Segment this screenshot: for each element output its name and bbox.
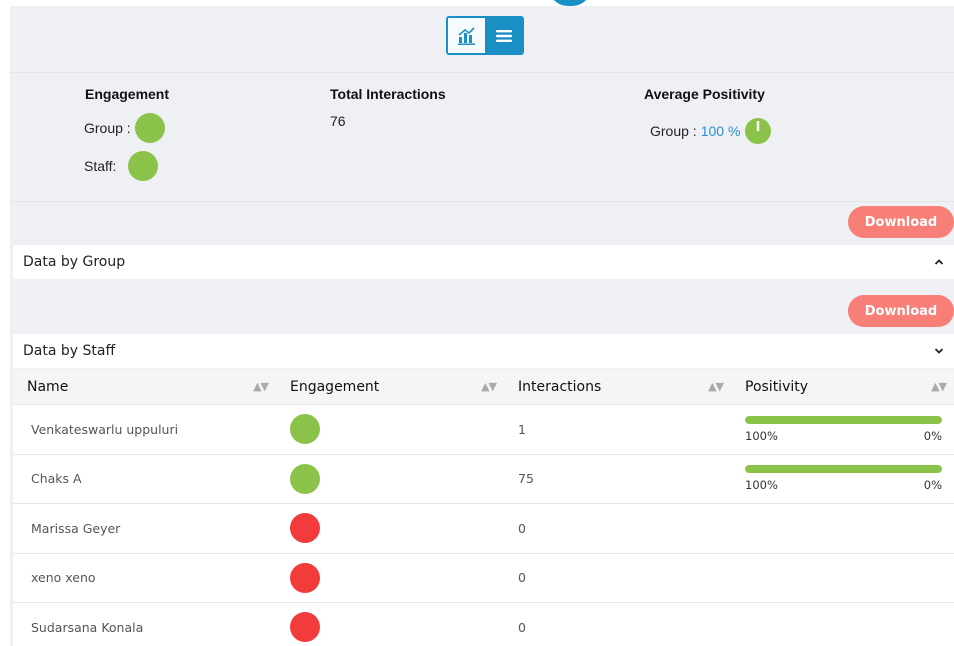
engagement-staff-label: Staff: [84,158,117,174]
positivity-bar-fill [745,415,942,424]
list-view-button[interactable] [485,18,522,53]
sort-icon[interactable]: ▲▼ [253,380,269,393]
group-section-header[interactable]: Data by Group [13,245,954,279]
bar-chart-icon [457,26,475,45]
summary-section: Engagement Group : Staff: Total Interact… [10,72,954,202]
engagement-staff-indicator [128,151,159,181]
positive-percent: 100% [745,478,778,493]
interactions-cell: 0 [518,619,526,635]
engagement-staff-row: Staff: [84,151,159,181]
engagement-group-row: Group : [84,113,165,143]
engagement-indicator [290,612,320,643]
column-header-name[interactable]: Name ▲▼ [13,369,276,405]
column-header-engagement[interactable]: Engagement ▲▼ [276,369,504,405]
view-toggle[interactable] [446,16,524,55]
engagement-indicator [290,414,320,445]
table-header: Name ▲▼ Engagement ▲▼ Interactions ▲▼ Po… [13,369,954,405]
column-header-positivity-label: Positivity [745,378,809,395]
positivity-bar [745,415,942,424]
table-row[interactable]: Marissa Geyer 0 [13,504,954,554]
engagement-cell [276,603,504,646]
average-positivity-value[interactable]: 100 % [701,123,741,139]
column-header-name-label: Name [27,378,69,395]
engagement-cell [276,455,504,504]
staff-name-cell: Marissa Geyer [31,520,121,536]
engagement-indicator [290,562,320,593]
positivity-cell [731,504,954,553]
pie-chart-icon [745,118,772,144]
negative-percent: 0% [923,478,942,493]
positivity-cell [731,554,954,603]
positivity-cell: 100% 0% [731,405,954,454]
total-interactions-label: Total Interactions [330,86,446,102]
engagement-indicator [290,513,320,544]
table-row[interactable]: Sudarsana Konala 0 [13,603,954,646]
positivity-cell: 100% 0% [731,455,954,504]
staff-name-cell: xeno xeno [31,570,96,586]
positivity-bar-fill [745,465,942,474]
interactions-cell: 0 [518,570,526,586]
table-row[interactable]: Chaks A 75 100% 0% [13,455,954,504]
positive-percent: 100% [745,428,778,443]
average-positivity-label: Average Positivity [644,86,765,102]
negative-percent: 0% [923,428,942,443]
column-header-engagement-label: Engagement [290,378,380,395]
engagement-cell [276,405,504,454]
positivity-labels: 100% 0% [745,429,942,443]
staff-name-cell: Sudarsana Konala [31,619,144,635]
positivity-cell [731,603,954,646]
column-header-positivity[interactable]: Positivity ▲▼ [731,369,954,405]
download-group-button[interactable]: Download [848,206,954,238]
staff-name-cell: Chaks A [31,471,82,487]
interactions-cell: 0 [518,520,526,536]
positivity-bar [745,465,942,474]
table-body: Venkateswarlu uppuluri 1 100% 0% Chaks A 75 10… [13,405,954,646]
engagement-group-label: Group : [84,120,131,136]
engagement-group-indicator [134,113,165,143]
table-row[interactable]: xeno xeno 0 [13,554,954,603]
engagement-cell [276,504,504,553]
chevron-up-icon[interactable] [934,258,944,266]
engagement-label: Engagement [85,86,170,102]
download-staff-button[interactable]: Download [848,295,954,327]
engagement-indicator [290,463,320,494]
positivity-labels: 100% 0% [745,478,942,492]
staff-name-cell: Venkateswarlu uppuluri [31,421,179,437]
column-header-interactions-label: Interactions [518,378,602,395]
sort-icon[interactable]: ▲▼ [481,380,497,393]
staff-section-header[interactable]: Data by Staff [13,334,954,368]
table-row[interactable]: Venkateswarlu uppuluri 1 100% 0% [13,405,954,455]
engagement-cell [276,554,504,603]
chart-view-button[interactable] [448,18,485,53]
interactions-cell: 75 [518,471,534,487]
staff-section-title: Data by Staff [23,343,116,359]
chevron-down-icon[interactable] [934,347,944,355]
column-header-interactions[interactable]: Interactions ▲▼ [504,369,731,405]
staff-table: Name ▲▼ Engagement ▲▼ Interactions ▲▼ Po… [13,369,954,646]
sort-icon[interactable]: ▲▼ [708,380,724,393]
group-section-title: Data by Group [23,254,126,270]
interactions-cell: 1 [518,421,526,437]
list-icon [495,29,512,42]
total-interactions-value: 76 [330,113,346,129]
sort-icon[interactable]: ▲▼ [931,380,947,393]
average-positivity-row: Group : 100 % [650,117,772,145]
average-positivity-group-label: Group : [650,123,697,139]
